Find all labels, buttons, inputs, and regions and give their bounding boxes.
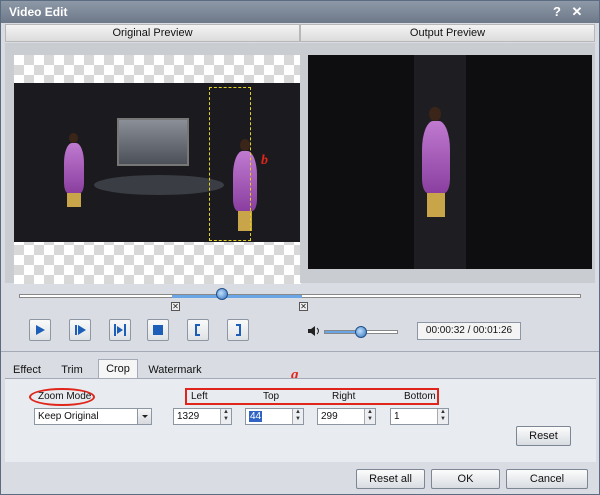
reset-button[interactable]: Reset	[516, 426, 571, 446]
mark-out-button[interactable]	[227, 319, 249, 341]
dancer-left-head	[69, 133, 78, 143]
time-display: 00:00:32 / 00:01:26	[417, 322, 521, 340]
tab-trim[interactable]: Trim	[51, 361, 93, 379]
bottom-field[interactable]: 1 ▲ ▼	[390, 408, 449, 425]
left-label: Left	[191, 391, 208, 402]
title-bar: Video Edit ? ✕	[1, 1, 599, 23]
tab-effect[interactable]: Effect	[5, 361, 49, 379]
dancer-left	[64, 143, 84, 193]
dancer-left-boots	[67, 193, 81, 207]
crop-selection-box[interactable]	[209, 87, 251, 241]
volume-knob[interactable]	[355, 326, 367, 338]
close-button[interactable]: ✕	[569, 4, 585, 20]
bottom-label: Bottom	[404, 391, 436, 402]
zoom-mode-select[interactable]: Keep Original	[34, 408, 152, 425]
play-button[interactable]	[29, 319, 51, 341]
annotation-b: b	[261, 153, 268, 168]
output-preview-header: Output Preview	[300, 24, 595, 42]
window-title: Video Edit	[9, 5, 68, 19]
mark-out-icon	[236, 324, 241, 336]
play-icon	[36, 325, 45, 335]
timeline-playhead[interactable]	[216, 288, 228, 300]
top-field[interactable]: 44 ▲ ▼	[245, 408, 304, 425]
stop-icon	[153, 325, 163, 335]
zoom-mode-label: Zoom Mode	[38, 391, 92, 402]
stage-platform	[94, 175, 224, 195]
tab-watermark[interactable]: Watermark	[143, 361, 207, 379]
help-button[interactable]: ?	[549, 4, 565, 20]
original-preview-pane: b	[5, 43, 301, 284]
crop-fields-highlight	[185, 388, 439, 405]
play-selection-button[interactable]	[109, 319, 131, 341]
trim-start-marker[interactable]: ✕	[171, 302, 180, 311]
play-selection-icon	[114, 324, 126, 336]
timeline: ✕ ✕	[9, 286, 593, 314]
top-label: Top	[263, 391, 280, 402]
cancel-button[interactable]: Cancel	[506, 469, 588, 489]
left-spinner[interactable]: ▲ ▼	[220, 409, 231, 424]
mark-in-button[interactable]	[187, 319, 209, 341]
right-label: Right	[332, 391, 356, 402]
speaker-icon[interactable]	[307, 325, 321, 337]
original-video-frame	[14, 83, 301, 242]
step-forward-icon	[75, 325, 86, 335]
output-video-frame	[308, 55, 592, 269]
video-edit-window: Video Edit ? ✕ Original Preview Output P…	[0, 0, 600, 495]
top-spinner[interactable]: ▲ ▼	[292, 409, 303, 424]
timeline-selection	[172, 295, 302, 298]
ok-button[interactable]: OK	[431, 469, 500, 489]
reset-all-button[interactable]: Reset all	[356, 469, 425, 489]
output-dancer	[422, 121, 450, 193]
trim-end-marker[interactable]: ✕	[299, 302, 308, 311]
right-spinner[interactable]: ▲ ▼	[364, 409, 375, 424]
left-field[interactable]: 1329 ▲ ▼	[173, 408, 232, 425]
stage-screen	[117, 118, 189, 166]
divider	[1, 351, 599, 352]
dropdown-arrow-icon[interactable]	[137, 409, 151, 424]
right-field[interactable]: 299 ▲ ▼	[317, 408, 376, 425]
tab-crop[interactable]: Crop	[98, 359, 138, 379]
output-dancer-boots	[427, 193, 445, 217]
mark-in-icon	[195, 324, 200, 336]
bottom-spinner[interactable]: ▲ ▼	[437, 409, 448, 424]
step-forward-button[interactable]	[69, 319, 91, 341]
original-preview-header: Original Preview	[5, 24, 300, 42]
output-preview-pane	[300, 43, 595, 283]
stop-button[interactable]	[147, 319, 169, 341]
output-dancer-head	[429, 107, 441, 121]
